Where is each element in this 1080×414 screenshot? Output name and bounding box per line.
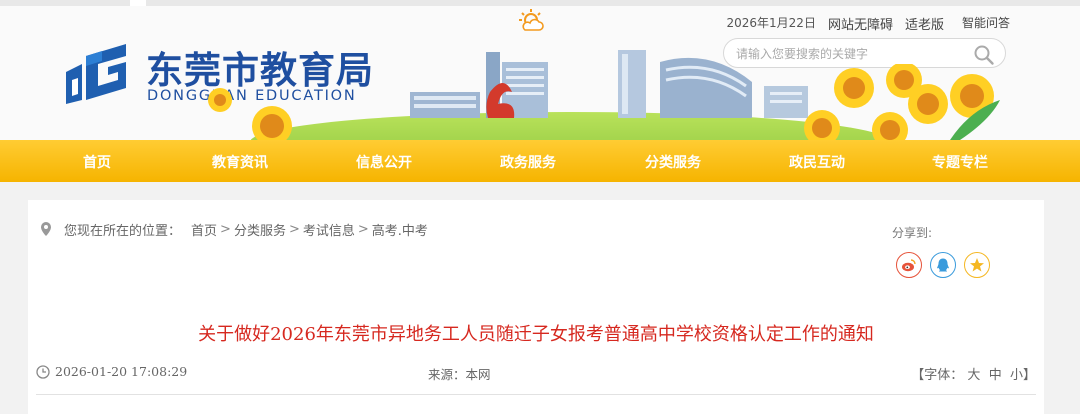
article-source: 来源：本网 bbox=[428, 367, 491, 382]
publish-time: 2026-01-20 17:08:29 bbox=[36, 364, 187, 379]
city-buildings-illustration bbox=[410, 50, 808, 118]
breadcrumb-category-services[interactable]: 分类服务 bbox=[234, 220, 286, 239]
breadcrumb-home[interactable]: 首页 bbox=[191, 220, 217, 239]
share-panel: 分享到: bbox=[892, 224, 1022, 284]
font-size-large-button[interactable]: 大 bbox=[967, 368, 980, 383]
weibo-icon bbox=[902, 259, 916, 272]
current-date: 2026年1月22日 bbox=[726, 16, 816, 30]
site-header: 2026年1月22日 网站无障碍 适老版 智能问答 东莞市教育局 DONGGUA… bbox=[0, 0, 1080, 140]
nav-item-special-topics[interactable]: 专题专栏 bbox=[932, 152, 988, 172]
nav-item-home[interactable]: 首页 bbox=[83, 152, 111, 172]
accessibility-link[interactable]: 网站无障碍 bbox=[828, 14, 893, 33]
qzone-share-button[interactable] bbox=[964, 252, 990, 278]
nav-item-info-disclosure[interactable]: 信息公开 bbox=[356, 152, 412, 172]
breadcrumb-separator: > bbox=[288, 221, 300, 237]
weather-icon bbox=[519, 9, 544, 31]
qq-share-button[interactable] bbox=[930, 252, 956, 278]
breadcrumb: 您现在所在的位置： 首页 > 分类服务 > 考试信息 > 高考.中考 bbox=[40, 220, 428, 239]
search-icon[interactable] bbox=[973, 44, 995, 66]
qq-icon bbox=[937, 258, 949, 272]
sunflower-decoration-left bbox=[208, 88, 292, 140]
publish-datetime: 2026-01-20 17:08:29 bbox=[55, 364, 188, 379]
article-meta: 2026-01-20 17:08:29 来源：本网 【字体： 大 中 小】 bbox=[36, 362, 1036, 383]
article-title: 关于做好2026年东莞市异地务工人员随迁子女报考普通高中学校资格认定工作的通知 bbox=[198, 324, 874, 345]
font-size-close-bracket: 】 bbox=[1022, 368, 1036, 383]
nav-item-education-news[interactable]: 教育资讯 bbox=[212, 152, 268, 172]
breadcrumb-separator: > bbox=[357, 221, 369, 237]
nav-item-public-interaction[interactable]: 政民互动 bbox=[789, 152, 845, 172]
breadcrumb-label: 您现在所在的位置： bbox=[64, 223, 182, 239]
location-pin-icon bbox=[41, 222, 51, 236]
breadcrumb-separator: > bbox=[220, 221, 231, 237]
clock-icon bbox=[36, 364, 50, 379]
share-label: 分享到: bbox=[892, 226, 933, 240]
nav-item-gov-services[interactable]: 政务服务 bbox=[500, 152, 556, 172]
smart-qa-link[interactable]: 智能问答 bbox=[962, 14, 1010, 30]
breadcrumb-exam-info[interactable]: 考试信息 bbox=[303, 220, 355, 239]
meta-divider bbox=[36, 394, 1036, 395]
nav-item-category-services[interactable]: 分类服务 bbox=[645, 152, 701, 172]
main-navigation: 首页 教育资讯 信息公开 政务服务 分类服务 政民互动 专题专栏 bbox=[0, 140, 1080, 182]
site-logo[interactable] bbox=[62, 42, 132, 106]
breadcrumb-gaokao-zhongkao[interactable]: 高考.中考 bbox=[372, 220, 428, 239]
top-links: 2026年1月22日 网站无障碍 适老版 智能问答 bbox=[726, 14, 1011, 33]
elderly-mode-link[interactable]: 适老版 bbox=[905, 14, 944, 33]
font-size-small-button[interactable]: 小 bbox=[1010, 368, 1023, 383]
font-size-label: 【字体： bbox=[911, 368, 964, 383]
font-size-medium-button[interactable]: 中 bbox=[989, 368, 1002, 383]
font-size-controls: 【字体： 大 中 小】 bbox=[911, 364, 1036, 383]
qzone-star-icon bbox=[970, 258, 984, 272]
sunflower-decoration-right bbox=[804, 64, 1000, 140]
weibo-share-button[interactable] bbox=[896, 252, 922, 278]
article-panel: 您现在所在的位置： 首页 > 分类服务 > 考试信息 > 高考.中考 分享到: bbox=[28, 200, 1044, 414]
